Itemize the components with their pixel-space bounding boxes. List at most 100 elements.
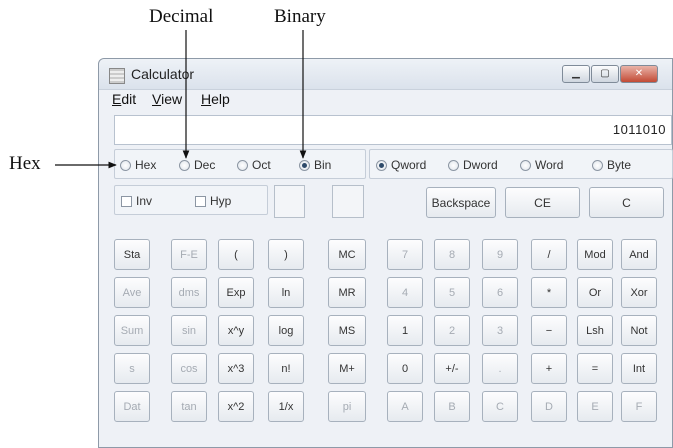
key-3-r2c7[interactable]: 3 [482, 315, 518, 346]
checkbox-hyp[interactable]: Hyp [195, 194, 231, 208]
key-9-r0c7[interactable]: 9 [482, 239, 518, 270]
key-tan-r4c1[interactable]: tan [171, 391, 207, 422]
word-size-group: Qword Dword Word Byte [369, 149, 673, 179]
radio-hex-label: Hex [135, 158, 157, 172]
radio-dword-dot[interactable] [448, 159, 459, 171]
key-k18-r1c8[interactable]: * [531, 277, 567, 308]
checkbox-inv[interactable]: Inv [121, 194, 152, 208]
inv-hyp-group: Inv Hyp [114, 185, 268, 215]
key-sum-r2c0[interactable]: Sum [114, 315, 150, 346]
radio-dec-dot[interactable] [179, 159, 190, 171]
key-c-r4c7[interactable]: C [482, 391, 518, 422]
key-cos-r3c1[interactable]: cos [171, 353, 207, 384]
key-ave-r1c0[interactable]: Ave [114, 277, 150, 308]
radio-dec[interactable]: Dec [179, 158, 215, 172]
key-sta-r0c0[interactable]: Sta [114, 239, 150, 270]
radio-bin[interactable]: Bin [299, 158, 331, 172]
minimize-button[interactable]: ▁ [562, 65, 590, 83]
key-x-y-r2c2[interactable]: x^y [218, 315, 254, 346]
radio-qword[interactable]: Qword [376, 158, 426, 172]
key-dms-r1c1[interactable]: dms [171, 277, 207, 308]
key-1-r2c5[interactable]: 1 [387, 315, 423, 346]
radio-word[interactable]: Word [520, 158, 563, 172]
radio-byte[interactable]: Byte [592, 158, 631, 172]
radio-word-dot[interactable] [520, 159, 531, 171]
menu-help[interactable]: Help [201, 91, 230, 107]
key-log-r2c3[interactable]: log [268, 315, 304, 346]
key-k03-r0c3[interactable]: ) [268, 239, 304, 270]
key-sin-r2c1[interactable]: sin [171, 315, 207, 346]
key-or-r1c9[interactable]: Or [577, 277, 613, 308]
key-lsh-r2c9[interactable]: Lsh [577, 315, 613, 346]
key-n-r3c3[interactable]: n! [268, 353, 304, 384]
key-exp-r1c2[interactable]: Exp [218, 277, 254, 308]
key-s-r3c0[interactable]: s [114, 353, 150, 384]
key-0-r3c5[interactable]: 0 [387, 353, 423, 384]
key-k37-r3c7[interactable]: . [482, 353, 518, 384]
radio-oct-dot[interactable] [237, 159, 248, 171]
menu-bar: Edit View Help [99, 89, 672, 109]
key-f-e-r0c1[interactable]: F-E [171, 239, 207, 270]
key-f-r4c10[interactable]: F [621, 391, 657, 422]
key-x-3-r3c2[interactable]: x^3 [218, 353, 254, 384]
menu-view[interactable]: View [152, 91, 182, 107]
window-title: Calculator [131, 66, 195, 82]
key-mr-r1c4[interactable]: MR [328, 277, 366, 308]
key-ln-r1c3[interactable]: ln [268, 277, 304, 308]
key-not-r2c10[interactable]: Not [621, 315, 657, 346]
ce-button[interactable]: CE [505, 187, 580, 218]
key-k36-r3c6[interactable]: +/- [434, 353, 470, 384]
key-b-r4c6[interactable]: B [434, 391, 470, 422]
key-2-r2c6[interactable]: 2 [434, 315, 470, 346]
key-6-r1c7[interactable]: 6 [482, 277, 518, 308]
maximize-button[interactable]: ▢ [591, 65, 619, 83]
key-1-x-r4c3[interactable]: 1/x [268, 391, 304, 422]
radio-bin-label: Bin [314, 158, 332, 172]
radio-byte-dot[interactable] [592, 159, 603, 171]
key-xor-r1c10[interactable]: Xor [621, 277, 657, 308]
key-mod-r0c9[interactable]: Mod [577, 239, 613, 270]
key-k39-r3c9[interactable]: = [577, 353, 613, 384]
parenthesis-indicator [274, 185, 305, 218]
radio-hex-dot[interactable] [120, 159, 131, 171]
key-a-r4c5[interactable]: A [387, 391, 423, 422]
key-e-r4c9[interactable]: E [577, 391, 613, 422]
key-and-r0c10[interactable]: And [621, 239, 657, 270]
backspace-button[interactable]: Backspace [426, 187, 496, 218]
key-k08-r0c8[interactable]: / [531, 239, 567, 270]
radio-oct[interactable]: Oct [237, 158, 271, 172]
key-mc-r0c4[interactable]: MC [328, 239, 366, 270]
checkbox-inv-label: Inv [136, 194, 153, 208]
radio-bin-dot[interactable] [299, 159, 310, 171]
key-8-r0c6[interactable]: 8 [434, 239, 470, 270]
checkbox-inv-box[interactable] [121, 195, 132, 207]
radio-qword-dot[interactable] [376, 159, 387, 171]
key-dat-r4c0[interactable]: Dat [114, 391, 150, 422]
binary-callout-label: Binary [274, 6, 326, 27]
key-ms-r2c4[interactable]: MS [328, 315, 366, 346]
key-k38-r3c8[interactable]: + [531, 353, 567, 384]
radio-hex[interactable]: Hex [120, 158, 156, 172]
menu-edit[interactable]: Edit [112, 91, 136, 107]
key-int-r3c10[interactable]: Int [621, 353, 657, 384]
radio-dword[interactable]: Dword [448, 158, 498, 172]
checkbox-hyp-box[interactable] [195, 195, 206, 207]
key-pi-r4c4[interactable]: pi [328, 391, 366, 422]
calculator-window: Calculator ▁ ▢ ✕ Edit View Help 1011010 … [98, 58, 673, 448]
title-bar[interactable]: Calculator ▁ ▢ ✕ [99, 59, 672, 90]
key-x-2-r4c2[interactable]: x^2 [218, 391, 254, 422]
radio-dword-label: Dword [463, 158, 498, 172]
calculator-app-icon [109, 68, 125, 84]
key-k28-r2c8[interactable]: − [531, 315, 567, 346]
close-button[interactable]: ✕ [620, 65, 658, 83]
key-4-r1c5[interactable]: 4 [387, 277, 423, 308]
key-k02-r0c2[interactable]: ( [218, 239, 254, 270]
radio-dec-label: Dec [194, 158, 216, 172]
key-5-r1c6[interactable]: 5 [434, 277, 470, 308]
key-m-r3c4[interactable]: M+ [328, 353, 366, 384]
memory-indicator [332, 185, 364, 218]
clear-button[interactable]: C [589, 187, 664, 218]
decimal-callout-label: Decimal [149, 6, 214, 27]
key-d-r4c8[interactable]: D [531, 391, 567, 422]
key-7-r0c5[interactable]: 7 [387, 239, 423, 270]
